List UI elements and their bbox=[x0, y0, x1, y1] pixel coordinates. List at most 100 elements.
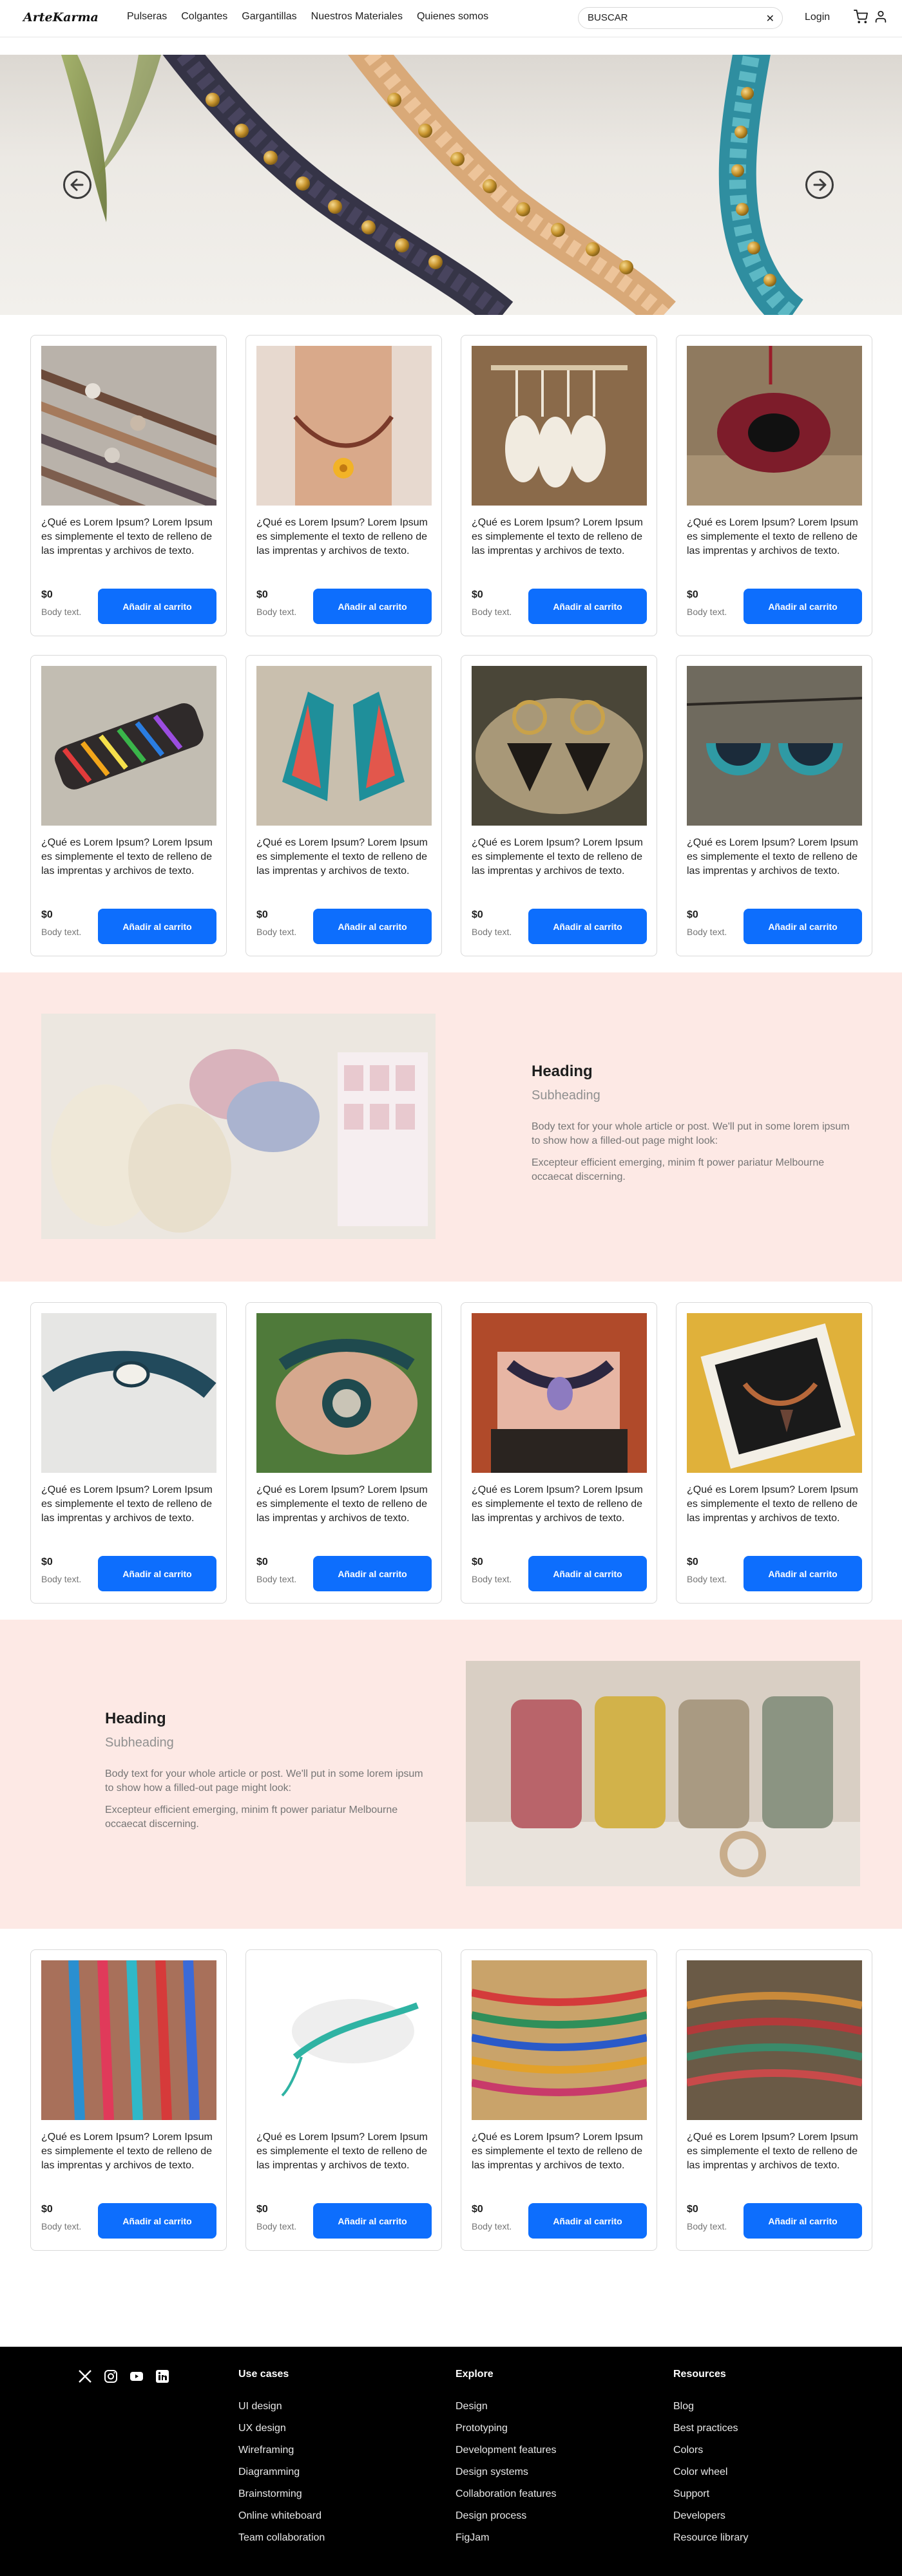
product-image[interactable] bbox=[687, 346, 862, 506]
footer-link[interactable]: Colors bbox=[673, 2445, 748, 2467]
product-card[interactable]: ¿Qué es Lorem Ipsum? Lorem Ipsum es simp… bbox=[245, 1949, 442, 2251]
product-price: $0 bbox=[687, 2204, 698, 2215]
add-to-cart-button[interactable]: Añadir al carrito bbox=[98, 909, 216, 944]
add-to-cart-button[interactable]: Añadir al carrito bbox=[313, 589, 432, 624]
footer-link[interactable]: Online whiteboard bbox=[238, 2510, 325, 2532]
carousel-next-button[interactable] bbox=[805, 171, 834, 199]
footer-link[interactable]: Design bbox=[456, 2401, 557, 2423]
product-image[interactable] bbox=[472, 1313, 647, 1473]
product-image[interactable] bbox=[41, 346, 216, 506]
product-description: ¿Qué es Lorem Ipsum? Lorem Ipsum es simp… bbox=[472, 1484, 643, 1524]
linkedin-icon[interactable] bbox=[155, 2369, 170, 2384]
footer-link[interactable]: Developers bbox=[673, 2510, 748, 2532]
product-card[interactable]: ¿Qué es Lorem Ipsum? Lorem Ipsum es simp… bbox=[30, 335, 227, 636]
footer-link[interactable]: Wireframing bbox=[238, 2445, 325, 2467]
product-card[interactable]: ¿Qué es Lorem Ipsum? Lorem Ipsum es simp… bbox=[245, 335, 442, 636]
product-card[interactable]: ¿Qué es Lorem Ipsum? Lorem Ipsum es simp… bbox=[30, 1302, 227, 1604]
footer-link[interactable]: Design systems bbox=[456, 2467, 557, 2488]
product-image[interactable] bbox=[687, 1313, 862, 1473]
footer-link[interactable]: Blog bbox=[673, 2401, 748, 2423]
cart-icon[interactable] bbox=[854, 10, 868, 24]
add-to-cart-button[interactable]: Añadir al carrito bbox=[98, 1556, 216, 1591]
product-card[interactable]: ¿Qué es Lorem Ipsum? Lorem Ipsum es simp… bbox=[245, 655, 442, 956]
product-card[interactable]: ¿Qué es Lorem Ipsum? Lorem Ipsum es simp… bbox=[676, 1949, 872, 2251]
search-input[interactable] bbox=[588, 12, 755, 23]
product-card[interactable]: ¿Qué es Lorem Ipsum? Lorem Ipsum es simp… bbox=[461, 335, 657, 636]
site-logo[interactable]: ArteKarma bbox=[23, 10, 99, 24]
feature-text: Heading Subheading Body text for your wh… bbox=[105, 1710, 427, 1832]
product-image[interactable] bbox=[41, 1960, 216, 2120]
add-to-cart-button[interactable]: Añadir al carrito bbox=[528, 909, 647, 944]
footer-link[interactable]: Support bbox=[673, 2488, 748, 2510]
carousel-prev-button[interactable] bbox=[63, 171, 91, 199]
add-to-cart-button[interactable]: Añadir al carrito bbox=[528, 1556, 647, 1591]
footer-column-title: Explore bbox=[456, 2369, 494, 2380]
product-subtext: Body text. bbox=[41, 607, 82, 617]
product-price: $0 bbox=[41, 1557, 53, 1567]
add-to-cart-button[interactable]: Añadir al carrito bbox=[744, 2203, 862, 2239]
product-card[interactable]: ¿Qué es Lorem Ipsum? Lorem Ipsum es simp… bbox=[461, 1949, 657, 2251]
footer-link[interactable]: Design process bbox=[456, 2510, 557, 2532]
footer-link[interactable]: Resource library bbox=[673, 2532, 748, 2554]
footer-column-title: Use cases bbox=[238, 2369, 289, 2380]
product-card[interactable]: ¿Qué es Lorem Ipsum? Lorem Ipsum es simp… bbox=[30, 655, 227, 956]
add-to-cart-button[interactable]: Añadir al carrito bbox=[313, 2203, 432, 2239]
product-subtext: Body text. bbox=[472, 607, 512, 617]
product-description: ¿Qué es Lorem Ipsum? Lorem Ipsum es simp… bbox=[687, 2132, 858, 2171]
footer-link[interactable]: Color wheel bbox=[673, 2467, 748, 2488]
add-to-cart-button[interactable]: Añadir al carrito bbox=[744, 909, 862, 944]
footer-link[interactable]: Development features bbox=[456, 2445, 557, 2467]
footer-link[interactable]: Brainstorming bbox=[238, 2488, 325, 2510]
add-to-cart-button[interactable]: Añadir al carrito bbox=[744, 589, 862, 624]
product-grid-row-4: ¿Qué es Lorem Ipsum? Lorem Ipsum es simp… bbox=[30, 1949, 873, 2251]
add-to-cart-button[interactable]: Añadir al carrito bbox=[744, 1556, 862, 1591]
product-price: $0 bbox=[41, 909, 53, 920]
product-card[interactable]: ¿Qué es Lorem Ipsum? Lorem Ipsum es simp… bbox=[461, 1302, 657, 1604]
youtube-icon[interactable] bbox=[129, 2369, 144, 2384]
feature-text: Heading Subheading Body text for your wh… bbox=[532, 1063, 854, 1184]
product-image[interactable] bbox=[472, 346, 647, 506]
add-to-cart-button[interactable]: Añadir al carrito bbox=[528, 589, 647, 624]
nav-link-quienes-somos[interactable]: Quienes somos bbox=[417, 11, 488, 23]
x-icon[interactable] bbox=[77, 2369, 93, 2384]
footer-link[interactable]: Team collaboration bbox=[238, 2532, 325, 2554]
product-image[interactable] bbox=[472, 1960, 647, 2120]
product-card[interactable]: ¿Qué es Lorem Ipsum? Lorem Ipsum es simp… bbox=[676, 335, 872, 636]
footer-link[interactable]: Collaboration features bbox=[456, 2488, 557, 2510]
product-image[interactable] bbox=[687, 666, 862, 826]
footer-link[interactable]: FigJam bbox=[456, 2532, 557, 2554]
add-to-cart-button[interactable]: Añadir al carrito bbox=[528, 2203, 647, 2239]
product-image[interactable] bbox=[256, 1313, 432, 1473]
footer-link[interactable]: UI design bbox=[238, 2401, 325, 2423]
product-card[interactable]: ¿Qué es Lorem Ipsum? Lorem Ipsum es simp… bbox=[676, 1302, 872, 1604]
product-description: ¿Qué es Lorem Ipsum? Lorem Ipsum es simp… bbox=[41, 517, 213, 556]
footer-link[interactable]: UX design bbox=[238, 2423, 325, 2445]
user-icon[interactable] bbox=[874, 10, 888, 24]
product-card[interactable]: ¿Qué es Lorem Ipsum? Lorem Ipsum es simp… bbox=[30, 1949, 227, 2251]
login-link[interactable]: Login bbox=[805, 12, 830, 23]
nav-link-pulseras[interactable]: Pulseras bbox=[127, 11, 167, 23]
nav-link-colgantes[interactable]: Colgantes bbox=[181, 11, 227, 23]
product-image[interactable] bbox=[41, 666, 216, 826]
product-image[interactable] bbox=[256, 346, 432, 506]
nav-link-materiales[interactable]: Nuestros Materiales bbox=[311, 11, 403, 23]
product-image[interactable] bbox=[472, 666, 647, 826]
close-icon[interactable]: ✕ bbox=[766, 12, 774, 25]
product-card[interactable]: ¿Qué es Lorem Ipsum? Lorem Ipsum es simp… bbox=[676, 655, 872, 956]
footer-link[interactable]: Diagramming bbox=[238, 2467, 325, 2488]
product-image[interactable] bbox=[687, 1960, 862, 2120]
nav-link-gargantillas[interactable]: Gargantillas bbox=[242, 11, 296, 23]
product-card[interactable]: ¿Qué es Lorem Ipsum? Lorem Ipsum es simp… bbox=[245, 1302, 442, 1604]
product-image[interactable] bbox=[256, 666, 432, 826]
add-to-cart-button[interactable]: Añadir al carrito bbox=[313, 909, 432, 944]
footer-link[interactable]: Best practices bbox=[673, 2423, 748, 2445]
add-to-cart-button[interactable]: Añadir al carrito bbox=[98, 589, 216, 624]
product-image[interactable] bbox=[256, 1960, 432, 2120]
product-image[interactable] bbox=[41, 1313, 216, 1473]
add-to-cart-button[interactable]: Añadir al carrito bbox=[98, 2203, 216, 2239]
feature-image bbox=[41, 1014, 436, 1239]
instagram-icon[interactable] bbox=[103, 2369, 119, 2384]
footer-link[interactable]: Prototyping bbox=[456, 2423, 557, 2445]
add-to-cart-button[interactable]: Añadir al carrito bbox=[313, 1556, 432, 1591]
product-card[interactable]: ¿Qué es Lorem Ipsum? Lorem Ipsum es simp… bbox=[461, 655, 657, 956]
